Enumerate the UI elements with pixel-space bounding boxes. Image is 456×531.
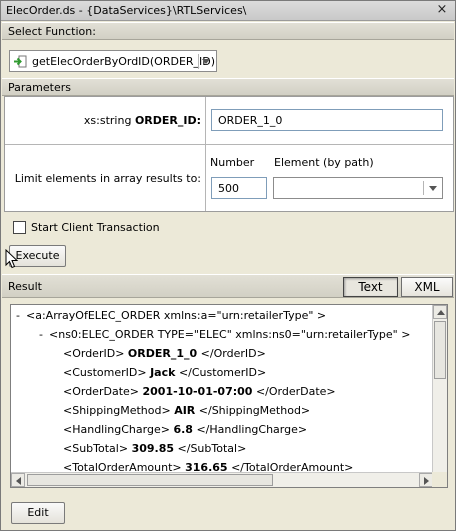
tree-node-close-tag: </SubTotal> [177, 442, 247, 455]
window-title: ElecOrder.ds - {DataServices}\RTLService… [6, 4, 247, 17]
title-bar[interactable]: ElecOrder.ds - {DataServices}\RTLService… [1, 1, 455, 21]
function-select[interactable]: getElecOrderByOrdID(ORDER_ID) [9, 50, 217, 72]
column-divider [205, 97, 206, 211]
data-service-window: ElecOrder.ds - {DataServices}\RTLService… [0, 0, 456, 531]
text-view-button[interactable]: Text [343, 277, 398, 297]
limit-label: Limit elements in array results to: [14, 172, 201, 185]
tree-node-open-tag: <HandlingCharge> [63, 423, 170, 436]
number-field[interactable] [211, 177, 267, 199]
tree-node-open-tag: <ShippingMethod> [63, 404, 171, 417]
tree-node-open-tag: <OrderID> [63, 347, 125, 360]
combo-separator [423, 181, 424, 195]
select-function-label: Select Function: [8, 25, 96, 38]
tree-node[interactable]: <OrderDate> 2001-10-01-07:00 </OrderDate… [63, 385, 336, 398]
tree-node-open-tag: <CustomerID> [63, 366, 147, 379]
tree-node[interactable]: <a:ArrayOfELEC_ORDER xmlns:a="urn:retail… [26, 309, 326, 322]
scrollbar-corner [432, 472, 447, 487]
row-divider [5, 144, 453, 145]
tree-node[interactable]: <HandlingCharge> 6.8 </HandlingCharge> [63, 423, 307, 436]
select-function-header: Select Function: [2, 22, 454, 40]
tree-node[interactable]: <CustomerID> Jack </CustomerID> [63, 366, 266, 379]
order-id-name: ORDER_ID: [134, 114, 201, 127]
tree-node-value: 2001-10-01-07:00 [142, 385, 253, 398]
tree-node-open-tag: <a:ArrayOfELEC_ORDER xmlns:a="urn:retail… [26, 309, 327, 322]
result-label: Result [8, 280, 42, 293]
horizontal-scrollbar[interactable] [11, 472, 433, 487]
vertical-scrollbar[interactable] [432, 305, 447, 487]
function-arrow-icon [14, 55, 27, 68]
horizontal-scroll-thumb[interactable] [27, 474, 273, 486]
element-path-select[interactable] [273, 177, 443, 199]
tree-node-value: 309.85 [131, 442, 175, 455]
parameters-label: Parameters [8, 81, 71, 94]
tree-node[interactable]: <OrderID> ORDER_1_0 </OrderID> [63, 347, 266, 360]
tree-node-close-tag: </CustomerID> [178, 366, 267, 379]
chevron-down-icon[interactable] [429, 186, 437, 191]
start-transaction-checkbox[interactable] [13, 221, 26, 234]
tree-node-close-tag: </OrderID> [200, 347, 266, 360]
tree-node-open-tag: <SubTotal> [63, 442, 129, 455]
start-transaction-label: Start Client Transaction [31, 221, 160, 234]
vertical-scroll-thumb[interactable] [434, 321, 446, 379]
mouse-pointer-icon [5, 249, 19, 269]
tree-node-close-tag: </HandlingCharge> [196, 423, 308, 436]
scroll-left-button[interactable] [11, 473, 25, 487]
scroll-right-button[interactable] [419, 473, 433, 487]
order-id-label: xs:string ORDER_ID: [84, 114, 201, 127]
parameters-table: xs:string ORDER_ID: Limit elements in ar… [4, 96, 454, 212]
arrow-up-icon [437, 310, 445, 315]
parameters-header: Parameters [2, 78, 454, 96]
tree-collapse-toggle[interactable]: - [39, 328, 43, 341]
selected-function: getElecOrderByOrdID(ORDER_ID) [32, 55, 216, 68]
tree-node[interactable]: <ShippingMethod> AIR </ShippingMethod> [63, 404, 310, 417]
tree-node-close-tag: </OrderDate> [255, 385, 336, 398]
order-id-field[interactable] [211, 109, 443, 131]
tree-node[interactable]: <ns0:ELEC_ORDER TYPE="ELEC" xmlns:ns0="u… [49, 328, 410, 341]
tree-node-value: ORDER_1_0 [127, 347, 198, 360]
tree-node[interactable]: <SubTotal> 309.85 </SubTotal> [63, 442, 246, 455]
tree-node-close-tag: </ShippingMethod> [198, 404, 311, 417]
combo-separator [198, 54, 199, 69]
order-id-input[interactable] [212, 110, 442, 130]
result-tree-panel[interactable]: - <a:ArrayOfELEC_ORDER xmlns:a="urn:retai… [10, 304, 448, 488]
element-path-label: Element (by path) [274, 156, 374, 169]
tree-node-value: 6.8 [173, 423, 193, 436]
arrow-right-icon [424, 477, 429, 485]
xml-view-button[interactable]: XML [401, 277, 453, 297]
scroll-up-button[interactable] [433, 305, 447, 319]
tree-node-value: AIR [174, 404, 196, 417]
tree-node-open-tag: <OrderDate> [63, 385, 139, 398]
number-input[interactable] [212, 178, 266, 198]
tree-collapse-toggle[interactable]: - [16, 309, 20, 322]
close-icon[interactable]: × [435, 3, 449, 17]
result-header: Result Text XML [2, 274, 454, 298]
tree-node-open-tag: <ns0:ELEC_ORDER TYPE="ELEC" xmlns:ns0="u… [49, 328, 411, 341]
edit-button[interactable]: Edit [11, 502, 65, 524]
chevron-down-icon[interactable] [202, 59, 210, 64]
number-label: Number [210, 156, 255, 169]
tree-node-value: Jack [150, 366, 176, 379]
order-id-type: xs:string [83, 114, 135, 127]
arrow-left-icon [16, 477, 21, 485]
